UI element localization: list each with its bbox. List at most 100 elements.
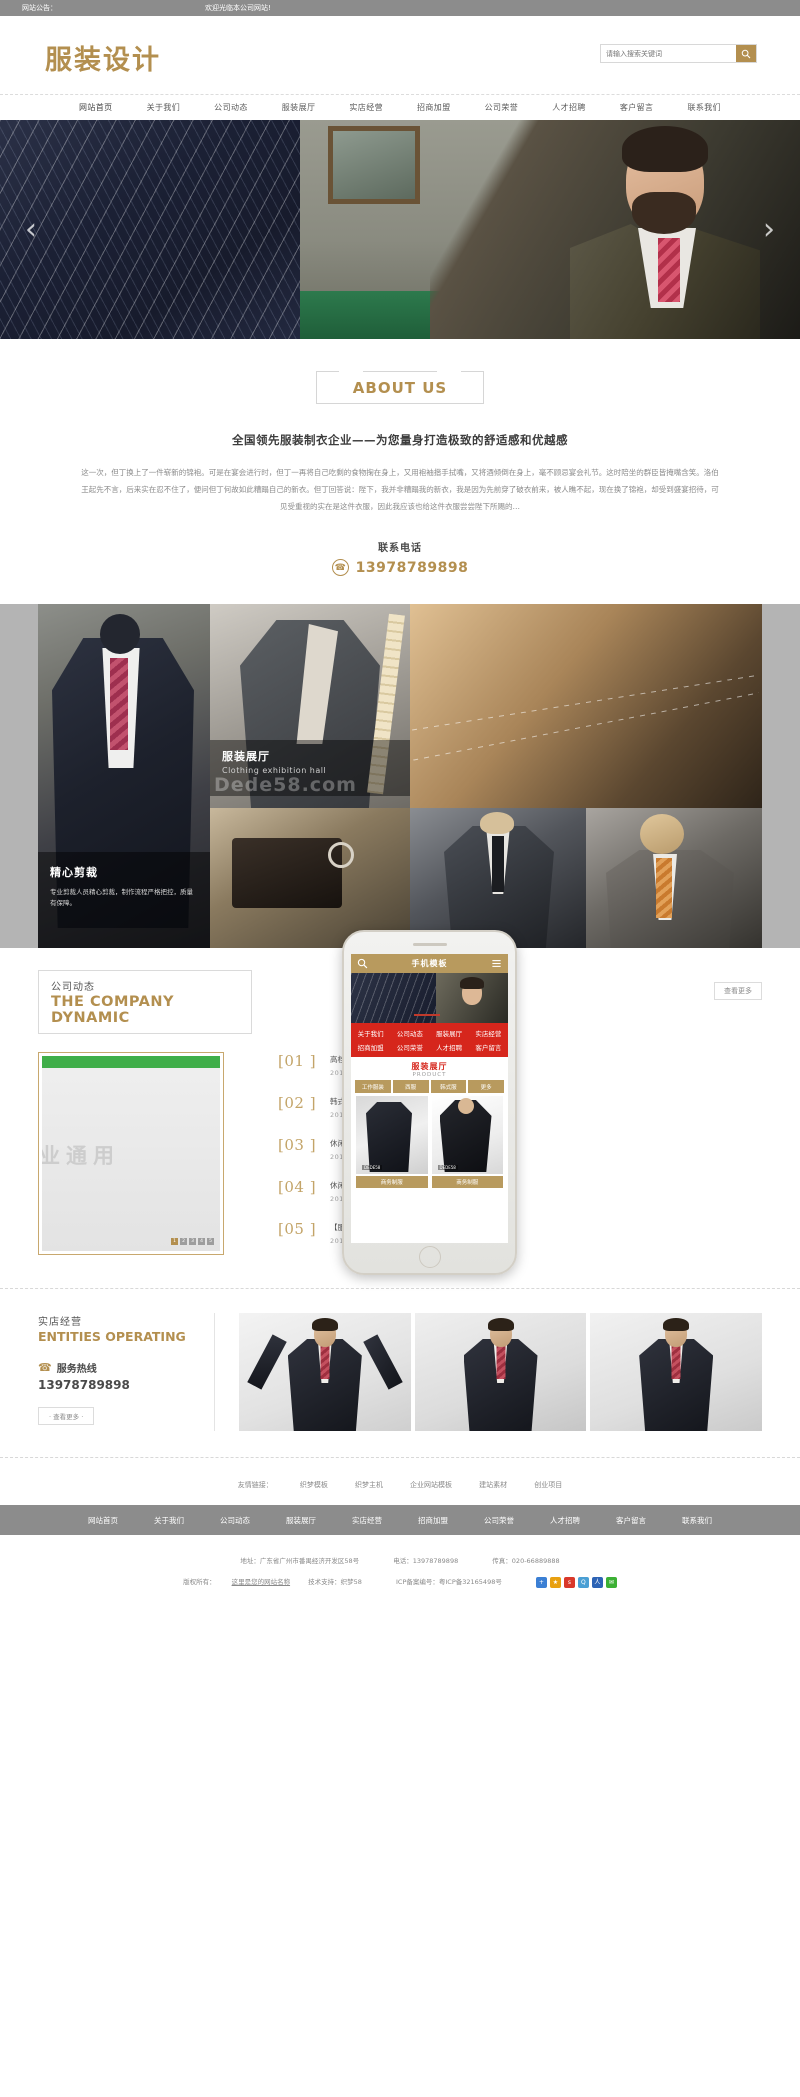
nav-item-honors[interactable]: 公司荣誉 (468, 102, 536, 113)
pager-dot-5[interactable]: 5 (207, 1238, 214, 1245)
footer-nav-item-honors[interactable]: 公司荣誉 (466, 1515, 532, 1526)
gallery-image-3[interactable] (410, 604, 762, 808)
mobile-preview-mockup: 手机模板 关于我们 公司动态 服装展厅 实店经营 招商加盟 公司荣誉 人才招聘 … (342, 930, 517, 1275)
dynamic-section-header: 公司动态 THE COMPANY DYNAMIC (38, 970, 252, 1034)
phone-speaker (412, 943, 447, 946)
search-input[interactable] (601, 45, 736, 62)
search-button[interactable] (736, 45, 756, 62)
nav-item-about[interactable]: 关于我们 (130, 102, 198, 113)
news-index: [03 ] (278, 1136, 317, 1154)
banner-prev-arrow[interactable]: ‹ (18, 210, 44, 250)
footer-nav-item-home[interactable]: 网站首页 (70, 1515, 136, 1526)
dynamic-slider-pager[interactable]: 1 2 3 4 5 (171, 1238, 214, 1245)
phone-screen: 手机模板 关于我们 公司动态 服装展厅 实店经营 招商加盟 公司荣誉 人才招聘 … (351, 954, 508, 1243)
footer-nav-item-stores[interactable]: 实店经营 (334, 1515, 400, 1526)
phone-nav-item-dynamic[interactable]: 公司动态 (397, 1028, 423, 1038)
news-index: [05 ] (278, 1220, 317, 1238)
nav-item-franchise[interactable]: 招商加盟 (400, 102, 468, 113)
gallery-image-6[interactable] (586, 808, 762, 948)
phone-nav-item-about[interactable]: 关于我们 (358, 1028, 384, 1038)
dynamic-slide-bigtext: 企业通用 (42, 1144, 120, 1168)
friend-link-1[interactable]: 织梦模板 (300, 1481, 328, 1489)
entities-title-en: ENTITIES OPERATING (38, 1329, 186, 1344)
share-plus-icon[interactable]: + (535, 1576, 547, 1588)
footer-nav-item-showroom[interactable]: 服装展厅 (268, 1515, 334, 1526)
share-renren-icon[interactable]: 人 (591, 1576, 603, 1588)
footer-phone: 电话：13978789898 (393, 1557, 459, 1565)
pager-dot-1[interactable]: 1 (171, 1238, 178, 1245)
share-star-icon[interactable]: ★ (549, 1576, 561, 1588)
phone-hero-image (351, 973, 508, 1023)
news-index: [04 ] (278, 1178, 317, 1196)
dynamic-title-en: THE COMPANY DYNAMIC (51, 994, 175, 1026)
phone-tab-more[interactable]: 更多 (468, 1080, 504, 1093)
entities-image-1[interactable] (239, 1313, 411, 1431)
entities-image-3[interactable] (590, 1313, 763, 1431)
phone-nav-item-jobs[interactable]: 人才招聘 (436, 1042, 462, 1052)
footer-nav-item-jobs[interactable]: 人才招聘 (532, 1515, 598, 1526)
footer-nav: 网站首页 关于我们 公司动态 服装展厅 实店经营 招商加盟 公司荣誉 人才招聘 … (0, 1505, 800, 1535)
phone-home-button[interactable] (418, 1246, 441, 1268)
phone-nav-item-honors[interactable]: 公司荣誉 (397, 1042, 423, 1052)
phone-tab-korean[interactable]: 韩式服 (430, 1080, 467, 1093)
phone-nav: 关于我们 公司动态 服装展厅 实店经营 招商加盟 公司荣誉 人才招聘 客户留言 (351, 1023, 508, 1057)
footer-copyright-label: 版权所有： (183, 1578, 216, 1586)
footer-nav-item-feedback[interactable]: 客户留言 (598, 1515, 664, 1526)
announcement-label: 网站公告： (22, 4, 57, 12)
site-logo[interactable]: 服装设计 (45, 38, 161, 77)
share-sina-icon[interactable]: s (563, 1576, 575, 1588)
gallery-image-4[interactable] (210, 808, 410, 948)
phone-nav-item-stores[interactable]: 实店经营 (475, 1028, 501, 1038)
footer-nav-item-contact[interactable]: 联系我们 (664, 1515, 730, 1526)
entities-more-button[interactable]: · 查看更多 · (38, 1407, 95, 1425)
phone-tab-suit[interactable]: 西服 (392, 1080, 429, 1093)
contact-phone-number: 13978789898 (355, 559, 469, 576)
phone-icon: ☎ (38, 1361, 52, 1374)
phone-card-badge: DEDE58 (362, 1165, 383, 1170)
dynamic-more-button[interactable]: 查看更多 (714, 982, 762, 1000)
phone-header: 手机模板 (351, 954, 508, 973)
dynamic-slider[interactable]: 企业通用 1 2 3 4 5 (38, 1052, 224, 1255)
pager-dot-3[interactable]: 3 (189, 1238, 196, 1245)
entities-image-2[interactable] (414, 1313, 587, 1431)
phone-product-grid: DEDE58 商务制服 DEDE58 商务制服 (351, 1096, 508, 1188)
footer-nav-item-dynamic[interactable]: 公司动态 (202, 1515, 268, 1526)
footer-copyright-link[interactable]: 这里是您的网站名称 (232, 1578, 291, 1586)
hamburger-icon[interactable] (491, 954, 502, 973)
nav-item-stores[interactable]: 实店经营 (332, 102, 400, 113)
friend-link-3[interactable]: 企业网站模板 (410, 1481, 452, 1489)
about-title-frame: ABOUT US (315, 371, 485, 404)
nav-item-feedback[interactable]: 客户留言 (603, 102, 671, 113)
news-index: [02 ] (278, 1094, 317, 1112)
search-icon[interactable] (357, 954, 368, 973)
banner-next-arrow[interactable]: › (756, 210, 782, 250)
nav-item-showroom[interactable]: 服装展厅 (265, 102, 333, 113)
phone-product-card[interactable]: DEDE58 商务制服 (431, 1096, 503, 1188)
phone-nav-item-feedback[interactable]: 客户留言 (475, 1042, 501, 1052)
phone-nav-item-showroom[interactable]: 服装展厅 (436, 1028, 462, 1038)
nav-item-dynamic[interactable]: 公司动态 (197, 102, 265, 113)
share-qzone-icon[interactable]: Q (577, 1576, 589, 1588)
nav-item-contact[interactable]: 联系我们 (670, 102, 738, 113)
phone-tab-workwear[interactable]: 工作服装 (355, 1080, 391, 1093)
entities-image-row (214, 1313, 800, 1431)
gallery-image-5[interactable] (410, 808, 586, 948)
gallery-caption-block: 精心剪裁 专业剪裁人员精心剪裁，制作流程严格把控，质量有保障。 (38, 852, 210, 948)
nav-item-jobs[interactable]: 人才招聘 (535, 102, 603, 113)
friend-link-2[interactable]: 织梦主机 (355, 1481, 383, 1489)
friend-link-4[interactable]: 建站素材 (479, 1481, 507, 1489)
contact-phone-block: 联系电话 ☎ 13978789898 (0, 539, 800, 576)
nav-item-home[interactable]: 网站首页 (62, 102, 130, 113)
pager-dot-2[interactable]: 2 (180, 1238, 187, 1245)
about-title: ABOUT US (352, 379, 448, 397)
pager-dot-4[interactable]: 4 (198, 1238, 205, 1245)
footer-nav-item-about[interactable]: 关于我们 (136, 1515, 202, 1526)
about-heading: 全国领先服装制衣企业——为您量身打造极致的舒适感和优越感 (232, 433, 568, 447)
footer-nav-item-franchise[interactable]: 招商加盟 (400, 1515, 466, 1526)
phone-product-card[interactable]: DEDE58 商务制服 (356, 1096, 428, 1188)
phone-nav-item-franchise[interactable]: 招商加盟 (358, 1042, 384, 1052)
footer-legal-row: 版权所有： 这里是您的网站名称 技术支持：织梦58 ICP备案编号：粤ICP备32… (0, 1576, 800, 1588)
about-body-text: 这一次，但丁换上了一件崭新的锦袍。可是在宴会进行时，但丁一再将自己吃剩的食物掬在… (81, 468, 719, 511)
share-wechat-icon[interactable]: ✉ (605, 1576, 617, 1588)
friend-link-5[interactable]: 创业项目 (534, 1481, 562, 1489)
